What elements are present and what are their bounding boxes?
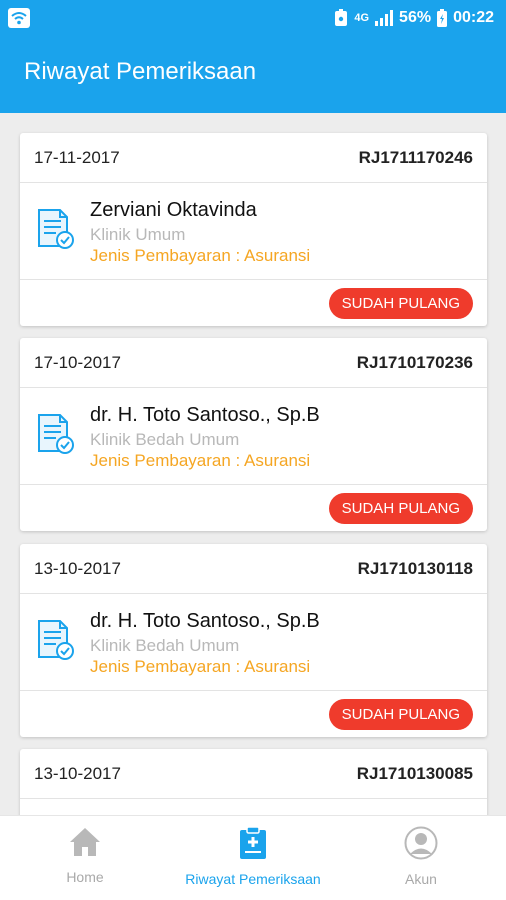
record-footer: SUDAH PULANG — [20, 485, 487, 531]
battery-icon — [437, 9, 448, 27]
status-bar: 4G 56% 00:22 — [0, 0, 506, 36]
doctor-name: dr. H. Toto Santoso., Sp.B — [90, 404, 320, 426]
clinic-name: Klinik Bedah Umum — [90, 636, 240, 655]
doctor-name: dr. H. Toto Santoso., Sp.B — [90, 610, 320, 632]
medical-document-icon — [36, 413, 76, 460]
record-date: 13-10-2017 — [34, 558, 121, 578]
network-type: 4G — [354, 12, 370, 24]
home-icon — [68, 826, 102, 863]
status-badge: SUDAH PULANG — [328, 699, 473, 730]
record-header: 17-10-2017 RJ1710170236 — [20, 338, 487, 388]
record-card[interactable]: 13-10-2017 RJ1710130085 — [20, 749, 487, 815]
nav-akun-label: Akun — [405, 871, 437, 887]
record-card[interactable]: 17-10-2017 RJ1710170236 dr. H. Toto Sant… — [20, 338, 487, 531]
record-date: 13-10-2017 — [34, 763, 121, 783]
clock: 00:22 — [453, 9, 494, 26]
signal-icon — [375, 10, 394, 26]
record-date: 17-10-2017 — [34, 352, 121, 372]
record-footer: SUDAH PULANG — [20, 280, 487, 326]
record-number: RJ1710130085 — [356, 763, 473, 783]
medical-document-icon — [36, 208, 76, 255]
record-footer: SUDAH PULANG — [20, 691, 487, 737]
nav-riwayat-label: Riwayat Pemeriksaan — [185, 871, 321, 887]
record-header: 17-11-2017 RJ1711170246 — [20, 133, 487, 183]
status-badge: SUDAH PULANG — [328, 288, 473, 319]
battery-percent: 56% — [399, 9, 432, 26]
clinic-name: Klinik Umum — [90, 225, 186, 244]
record-card[interactable]: 13-10-2017 RJ1710130118 dr. H. Toto Sant… — [20, 544, 487, 737]
record-header: 13-10-2017 RJ1710130085 — [20, 749, 487, 799]
record-body: Zerviani Oktavinda Klinik Umum Jenis Pem… — [20, 183, 487, 280]
bottom-navigation: Home Riwayat Pemeriksaan Akun — [0, 815, 506, 900]
record-body: dr. H. Toto Santoso., Sp.B Klinik Bedah … — [20, 594, 487, 691]
payment-type: Jenis Pembayaran : Asuransi — [90, 246, 311, 265]
record-number: RJ1710130118 — [357, 558, 473, 578]
record-number: RJ1710170236 — [356, 352, 473, 372]
status-badge: SUDAH PULANG — [328, 493, 473, 524]
nav-home-label: Home — [66, 869, 104, 885]
notification-icon — [334, 9, 348, 27]
page-title: Riwayat Pemeriksaan — [24, 58, 257, 85]
clinic-name: Klinik Bedah Umum — [90, 430, 240, 449]
status-indicators: 4G 56% 00:22 — [334, 9, 494, 27]
app-bar: 4G 56% 00:22 Riwayat Pemeriksaan — [0, 0, 506, 113]
record-body: dr. H. Toto Santoso., Sp.B Klinik Bedah … — [20, 388, 487, 485]
payment-type: Jenis Pembayaran : Asuransi — [90, 451, 311, 470]
wifi-icon — [8, 8, 30, 28]
records-list[interactable]: 17-11-2017 RJ1711170246 Zerviani Oktavin… — [0, 113, 506, 815]
record-card[interactable]: 17-11-2017 RJ1711170246 Zerviani Oktavin… — [20, 133, 487, 326]
record-number: RJ1711170246 — [358, 147, 473, 167]
nav-home[interactable]: Home — [0, 816, 170, 900]
nav-riwayat[interactable]: Riwayat Pemeriksaan — [170, 816, 336, 900]
record-date: 17-11-2017 — [34, 147, 120, 167]
medical-document-icon — [36, 619, 76, 666]
doctor-name: Zerviani Oktavinda — [90, 199, 257, 221]
record-header: 13-10-2017 RJ1710130118 — [20, 544, 487, 594]
user-circle-icon — [404, 826, 438, 865]
clipboard-medical-icon — [238, 826, 268, 865]
payment-type: Jenis Pembayaran : Asuransi — [90, 657, 311, 676]
nav-akun[interactable]: Akun — [336, 816, 506, 900]
